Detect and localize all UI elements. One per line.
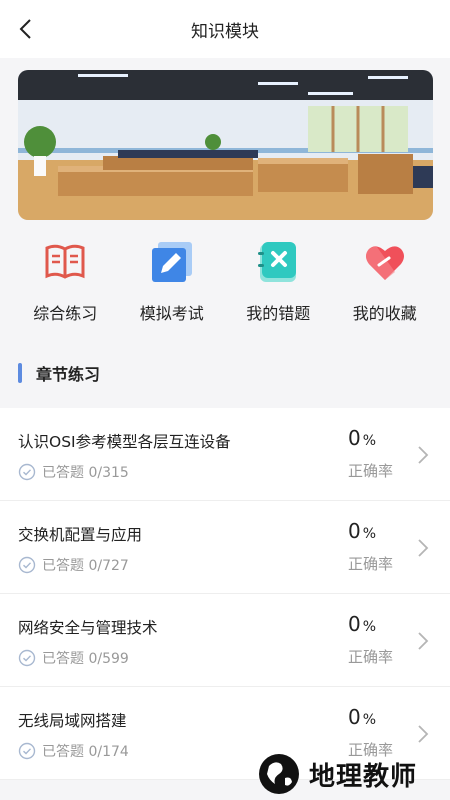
accuracy-number: 0 (348, 612, 361, 636)
top-bar: 知识模块 (0, 0, 450, 58)
watermark-text: 地理教师 (309, 761, 418, 792)
chapter-title: 网络安全与管理技术 (18, 619, 158, 637)
heart-icon (365, 246, 404, 280)
chapter-progress: 已答题 0/315 (18, 462, 129, 482)
chapter-title: 无线局域网搭建 (18, 712, 127, 730)
answered-count: 已答题 0/599 (42, 651, 129, 667)
exam-edit-icon (151, 242, 192, 282)
chapter-progress: 已答题 0/727 (18, 555, 129, 575)
accuracy-unit: % (362, 433, 377, 449)
wrong-notebook-icon (258, 242, 297, 282)
chapter-item[interactable]: 网络安全与管理技术 已答题 0/599 0% 正确率 (0, 594, 450, 687)
watermark: 地理教师 (255, 748, 417, 800)
quick-actions: 综合练习 模拟考试 我的错题 我的收藏 (0, 230, 450, 330)
answered-count: 已答题 0/727 (42, 558, 129, 574)
chevron-right-icon (418, 446, 429, 464)
quick-action-wrong-questions[interactable]: 我的错题 (228, 230, 328, 330)
quick-action-label: 我的收藏 (352, 304, 417, 323)
accuracy-number: 0 (348, 519, 361, 543)
answered-count: 已答题 0/315 (42, 465, 129, 481)
chapter-progress: 已答题 0/599 (18, 648, 129, 668)
chevron-right-icon (418, 539, 429, 557)
banner-image (18, 70, 433, 220)
check-circle-icon (18, 649, 36, 667)
book-icon (45, 244, 85, 279)
check-circle-icon (18, 742, 36, 760)
accuracy-unit: % (362, 619, 377, 635)
chapter-progress: 已答题 0/174 (18, 741, 129, 761)
chapter-title: 交换机配置与应用 (18, 526, 143, 544)
accuracy-unit: % (362, 712, 377, 728)
accuracy-value: 0% (348, 612, 376, 636)
section-header: 章节练习 (18, 360, 100, 386)
accuracy-value: 0% (348, 705, 376, 729)
chevron-right-icon (418, 632, 429, 650)
accuracy-label: 正确率 (348, 648, 394, 666)
quick-action-label: 综合练习 (33, 304, 98, 323)
accuracy-unit: % (362, 526, 377, 542)
chapter-list: 认识OSI参考模型各层互连设备 已答题 0/315 0% 正确率 交换机配置与应… (0, 408, 450, 780)
chapter-item[interactable]: 交换机配置与应用 已答题 0/727 0% 正确率 (0, 501, 450, 594)
check-circle-icon (18, 463, 36, 481)
accuracy-value: 0% (348, 519, 376, 543)
section-accent-bar (18, 363, 22, 383)
accuracy-number: 0 (348, 426, 361, 450)
back-button[interactable] (14, 18, 36, 40)
section-title: 章节练习 (36, 365, 101, 384)
page-title: 知识模块 (191, 21, 259, 42)
answered-count: 已答题 0/174 (42, 744, 129, 760)
chevron-right-icon (418, 725, 429, 743)
accuracy-label: 正确率 (348, 462, 394, 480)
quick-action-comprehensive-practice[interactable]: 综合练习 (15, 230, 115, 330)
chevron-left-icon (19, 19, 31, 39)
quick-action-label: 模拟考试 (139, 304, 204, 323)
quick-action-favorites[interactable]: 我的收藏 (335, 230, 435, 330)
quick-action-mock-exam[interactable]: 模拟考试 (122, 230, 222, 330)
accuracy-label: 正确率 (348, 555, 394, 573)
chapter-title: 认识OSI参考模型各层互连设备 (18, 433, 231, 451)
globe-logo-icon (259, 754, 299, 794)
accuracy-value: 0% (348, 426, 376, 450)
check-circle-icon (18, 556, 36, 574)
accuracy-number: 0 (348, 705, 361, 729)
chapter-item[interactable]: 认识OSI参考模型各层互连设备 已答题 0/315 0% 正确率 (0, 408, 450, 501)
quick-action-label: 我的错题 (246, 304, 311, 323)
